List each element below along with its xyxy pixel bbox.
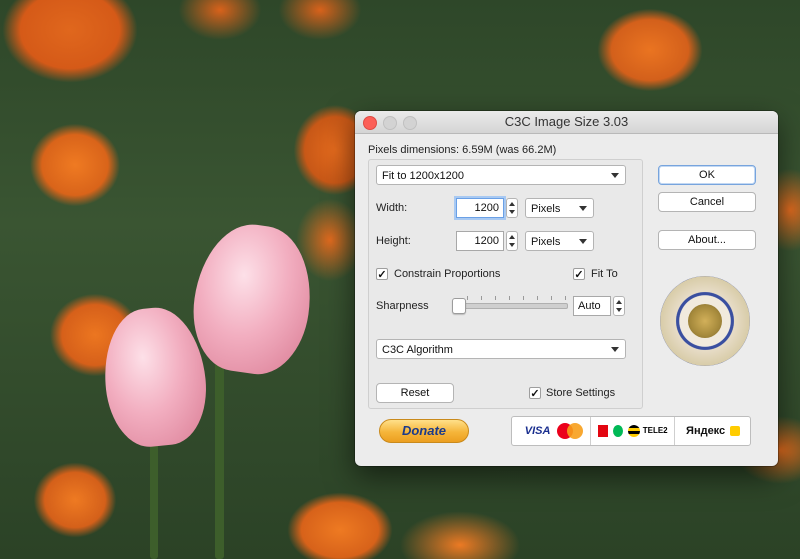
card-payment-cell[interactable]: VISA	[516, 417, 592, 445]
height-unit-value: Pixels	[531, 236, 561, 248]
cancel-button[interactable]: Cancel	[658, 192, 756, 212]
stepper-up-icon	[509, 202, 515, 206]
slider-tick	[523, 296, 524, 300]
fit-to-size-value: Fit to 1200x1200	[382, 170, 464, 182]
wallet-icon	[729, 426, 740, 437]
width-label: Width:	[376, 202, 408, 214]
sharpness-slider-track[interactable]	[456, 303, 568, 309]
slider-tick	[481, 296, 482, 300]
settings-group	[368, 159, 643, 409]
tulip-stem	[215, 360, 224, 559]
chevron-down-icon	[579, 206, 587, 211]
fit-to-label: Fit To	[591, 268, 618, 280]
slider-tick	[551, 296, 552, 300]
sharpness-stepper[interactable]	[613, 296, 625, 316]
stepper-up-icon	[509, 235, 515, 239]
sharpness-label: Sharpness	[376, 300, 429, 312]
emblem-seal-icon	[660, 276, 750, 366]
ok-button[interactable]: OK	[658, 165, 756, 185]
zoom-window-icon	[403, 116, 417, 130]
sharpness-value-field[interactable]: Auto	[573, 296, 611, 316]
height-stepper[interactable]	[506, 231, 518, 251]
width-unit-popup[interactable]: Pixels	[525, 198, 594, 218]
width-unit-value: Pixels	[531, 203, 561, 215]
eagle-emblem-icon	[688, 304, 722, 338]
width-input[interactable]: 1200	[456, 198, 504, 218]
stepper-up-icon	[616, 300, 622, 304]
algorithm-popup[interactable]: C3C Algorithm	[376, 339, 626, 359]
stepper-down-icon	[509, 243, 515, 247]
close-window-icon[interactable]	[363, 116, 377, 130]
visa-label: VISA	[524, 425, 551, 437]
payment-divider	[674, 417, 675, 445]
beeline-icon	[627, 425, 640, 437]
slider-tick	[537, 296, 538, 300]
fit-to-checkbox[interactable]: ✓	[573, 268, 585, 281]
stepper-down-icon	[509, 210, 515, 214]
image-size-dialog: C3C Image Size 3.03 Pixels dimensions: 6…	[355, 111, 778, 466]
mobile-payment-cell[interactable]: ТЕLE2	[592, 417, 674, 445]
slider-tick	[565, 296, 566, 300]
slider-tick	[509, 296, 510, 300]
payment-methods-banner[interactable]: VISA ТЕLE2 Яндекс	[511, 416, 751, 446]
store-settings-checkbox[interactable]: ✓	[529, 387, 541, 400]
donate-button[interactable]: Donate	[379, 419, 469, 443]
window-title: C3C Image Size 3.03	[504, 114, 629, 129]
slider-tick	[467, 296, 468, 300]
payment-divider	[590, 417, 591, 445]
chevron-down-icon	[579, 239, 587, 244]
mastercard-icon	[557, 423, 584, 440]
pixels-dimensions-text: Pixels dimensions: 6.59M (was 66.2M)	[368, 144, 557, 156]
stepper-down-icon	[616, 308, 622, 312]
algorithm-value: C3C Algorithm	[382, 344, 453, 356]
title-bar[interactable]: C3C Image Size 3.03	[355, 111, 778, 134]
sharpness-slider-knob[interactable]	[452, 298, 466, 314]
mts-icon	[598, 425, 609, 437]
constrain-proportions-checkbox[interactable]: ✓	[376, 268, 388, 281]
megafon-icon	[613, 425, 624, 437]
height-input[interactable]: 1200	[456, 231, 504, 251]
yandex-label: Яндекс	[686, 425, 726, 437]
yandex-payment-cell[interactable]: Яндекс	[676, 417, 750, 445]
reset-button[interactable]: Reset	[376, 383, 454, 403]
store-settings-label: Store Settings	[546, 387, 616, 399]
width-stepper[interactable]	[506, 198, 518, 218]
minimize-window-icon	[383, 116, 397, 130]
fit-to-size-popup[interactable]: Fit to 1200x1200	[376, 165, 626, 185]
tulip-stem	[150, 430, 158, 559]
slider-tick	[495, 296, 496, 300]
height-label: Height:	[376, 235, 411, 247]
chevron-down-icon	[611, 173, 619, 178]
constrain-proportions-label: Constrain Proportions	[394, 268, 501, 280]
pink-tulip	[185, 217, 320, 381]
tele2-label: ТЕLE2	[642, 426, 668, 435]
about-button[interactable]: About...	[658, 230, 756, 250]
height-unit-popup[interactable]: Pixels	[525, 231, 594, 251]
chevron-down-icon	[611, 347, 619, 352]
